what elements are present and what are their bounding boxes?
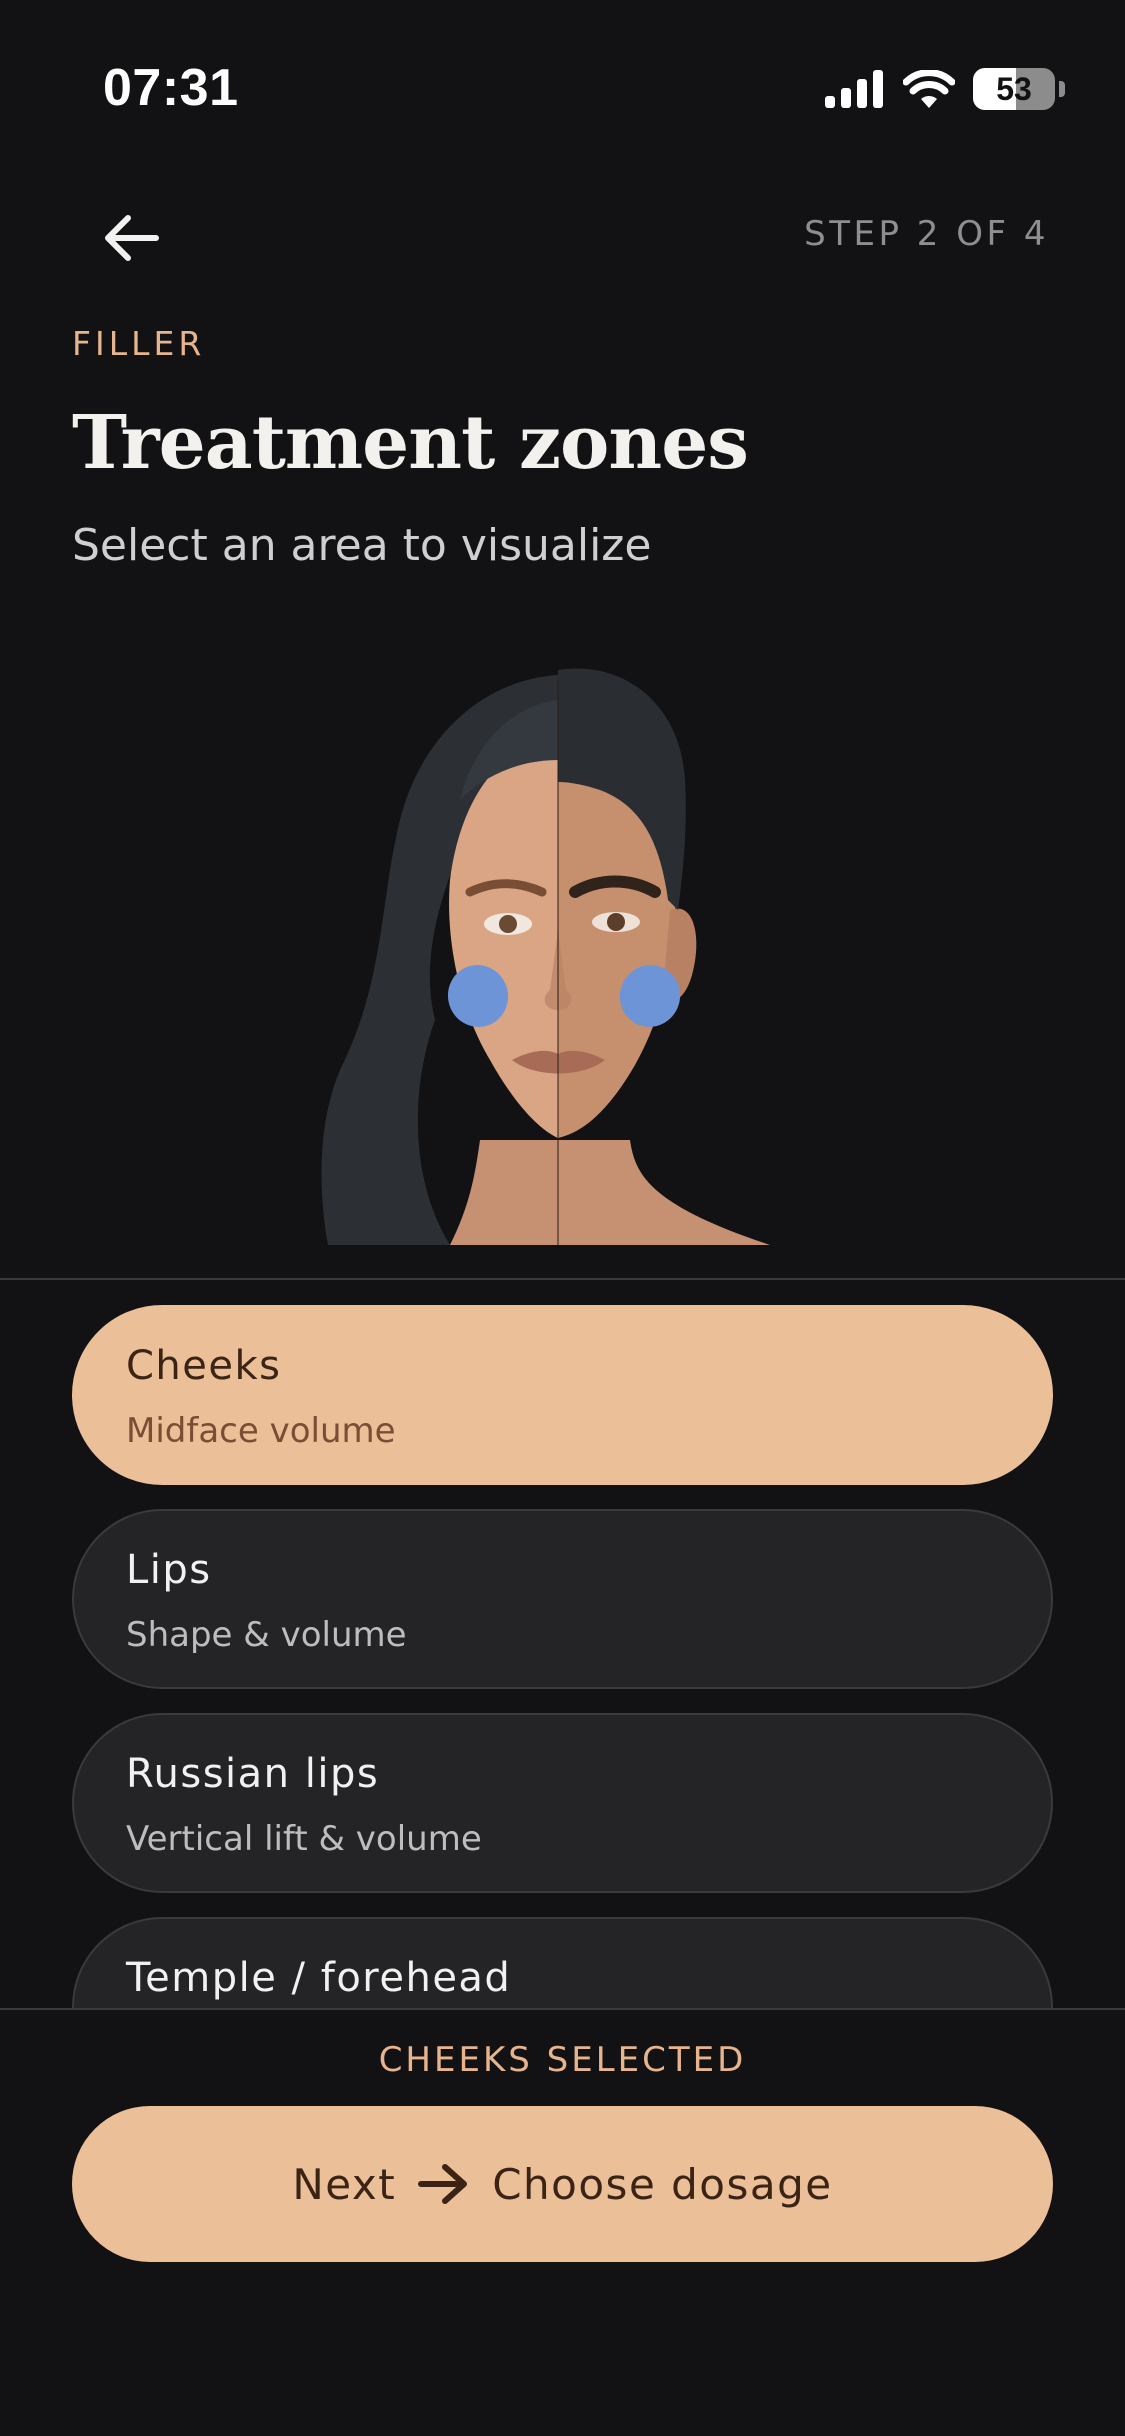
next-choose-dosage-button[interactable]: Next Choose dosage — [72, 2106, 1053, 2262]
wifi-icon — [903, 70, 955, 108]
list-top-divider — [0, 1278, 1125, 1280]
zone-name: Lips — [126, 1547, 212, 1593]
zone-option-russian-lips[interactable]: Russian lips Vertical lift & volume — [72, 1713, 1053, 1893]
status-time: 07:31 — [103, 59, 239, 117]
battery-indicator: 53 — [973, 68, 1055, 110]
iris-right — [607, 913, 625, 931]
neck-shoulders — [450, 1140, 770, 1245]
zone-option-cheeks[interactable]: Cheeks Midface volume — [72, 1305, 1053, 1485]
page-subtitle: Select an area to visualize — [72, 520, 652, 571]
step-indicator: STEP 2 OF 4 — [804, 214, 1049, 254]
zone-description: Vertical lift & volume — [126, 1819, 482, 1859]
selection-status: CHEEKS SELECTED — [378, 2040, 747, 2080]
zone-option-temple-forehead[interactable]: Temple / forehead — [72, 1917, 1053, 2008]
zone-name: Russian lips — [126, 1751, 380, 1797]
face-illustration — [300, 660, 800, 1245]
zone-name: Temple / forehead — [126, 1955, 512, 2001]
cellular-signal-icon — [825, 70, 883, 108]
battery-cap — [1059, 81, 1065, 97]
back-arrow-icon — [105, 215, 159, 261]
zone-option-lips[interactable]: Lips Shape & volume — [72, 1509, 1053, 1689]
next-label: Next — [292, 2159, 397, 2209]
page-title: Treatment zones — [72, 400, 749, 486]
list-bottom-divider — [0, 2008, 1125, 2010]
back-button[interactable] — [92, 198, 172, 278]
arrow-right-icon — [418, 2164, 468, 2204]
status-icons: 53 — [825, 68, 1065, 110]
next-destination: Choose dosage — [492, 2159, 833, 2209]
treatment-category: FILLER — [72, 324, 206, 363]
zone-description: Midface volume — [126, 1411, 396, 1451]
iris-left — [499, 915, 517, 933]
treatment-zone-list[interactable]: Cheeks Midface volume Lips Shape & volum… — [72, 1305, 1053, 2008]
zone-name: Cheeks — [126, 1343, 282, 1389]
battery-level: 53 — [996, 70, 1032, 107]
zone-description: Shape & volume — [126, 1615, 407, 1655]
status-bar: 07:31 53 — [0, 0, 1125, 150]
